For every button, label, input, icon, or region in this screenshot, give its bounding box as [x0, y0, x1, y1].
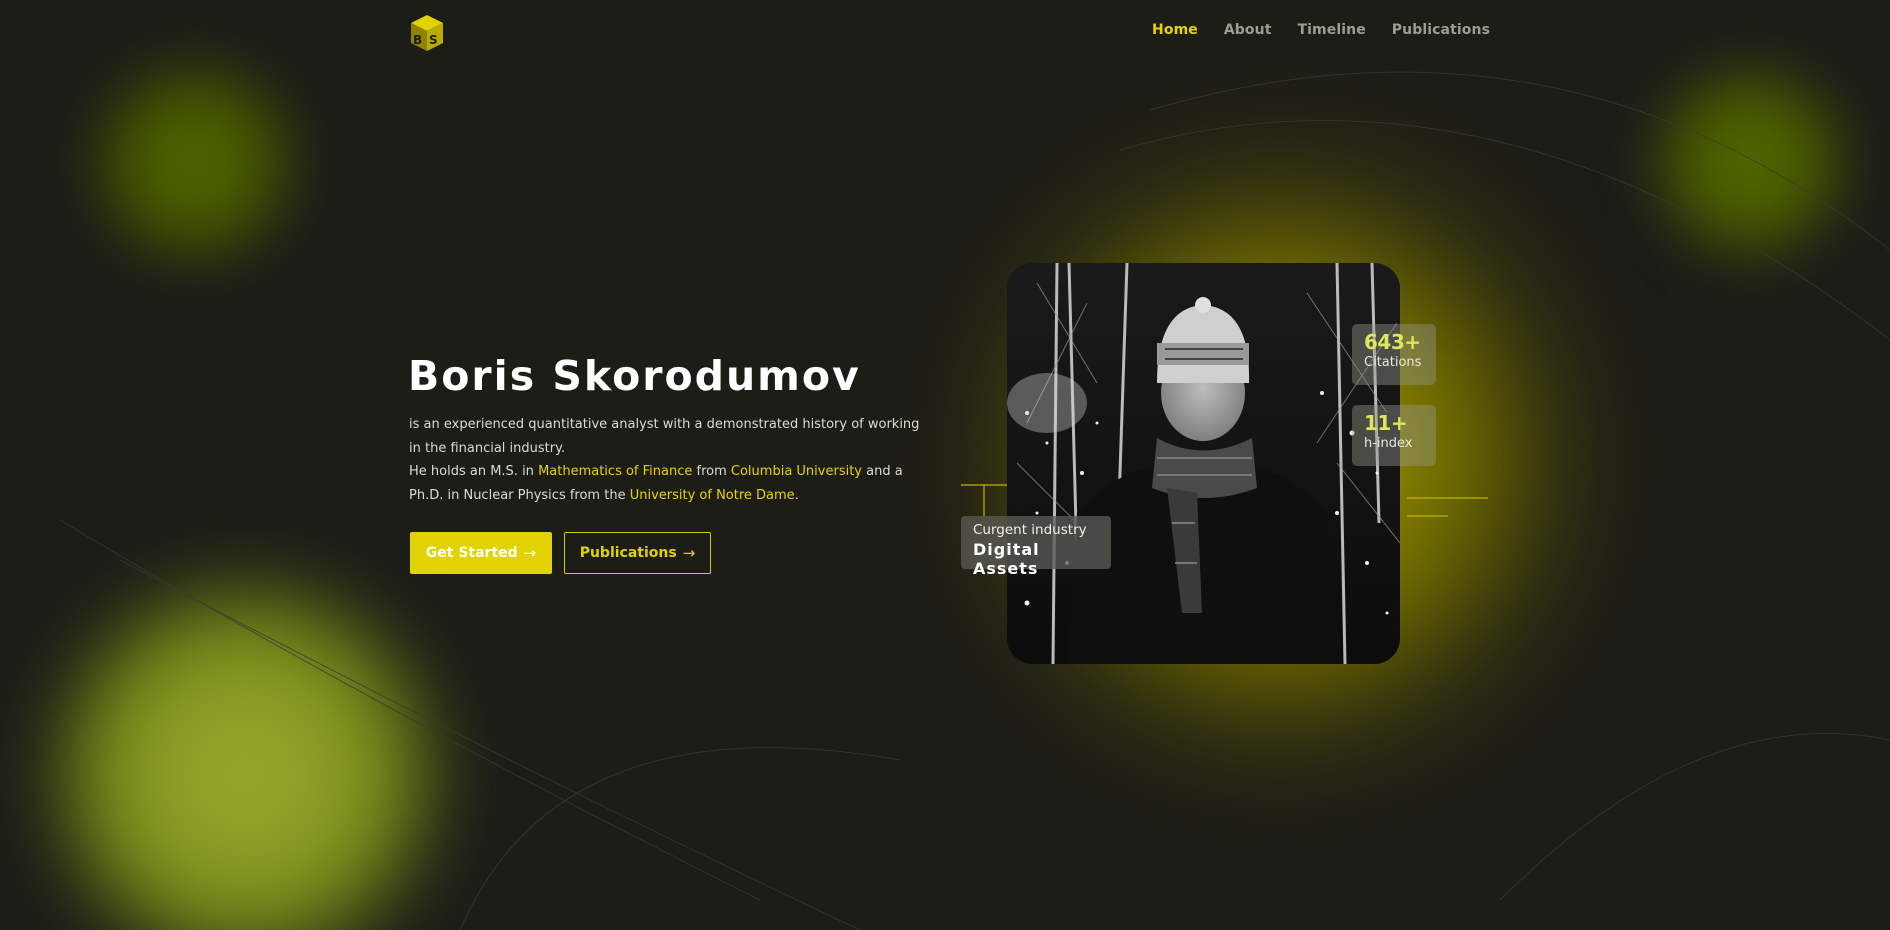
industry-value: Digital Assets: [973, 540, 1040, 578]
glow-blob-bottom-left: [55, 585, 435, 930]
link-university-of-notre-dame[interactable]: University of Notre Dame: [630, 488, 795, 503]
portrait-photo: [1007, 263, 1400, 664]
industry-caption: Curgent industry: [973, 522, 1087, 538]
h-index-suffix: +: [1390, 411, 1408, 435]
h-index-stat-card: 11+ h-index: [1352, 405, 1436, 466]
svg-text:B: B: [413, 33, 422, 47]
bio-line-1: is an experienced quantitative analyst w…: [409, 417, 920, 456]
hero-bio: is an experienced quantitative analyst w…: [409, 413, 929, 507]
bio-text: from: [692, 464, 731, 479]
publications-button[interactable]: Publications →: [564, 532, 711, 574]
arrow-right-icon: →: [523, 544, 537, 562]
citations-stat-card: 643+ Citations: [1352, 324, 1436, 385]
get-started-button[interactable]: Get Started →: [410, 532, 552, 574]
link-columbia-university[interactable]: Columbia University: [731, 464, 862, 479]
get-started-label: Get Started: [425, 545, 518, 561]
page: B S Home About Timeline Publications Bor…: [0, 0, 1890, 930]
h-index-value: 11+: [1364, 411, 1424, 435]
bio-text: .: [794, 487, 799, 503]
nav-publications[interactable]: Publications: [1392, 22, 1490, 38]
link-mathematics-of-finance[interactable]: Mathematics of Finance: [538, 464, 692, 479]
main-nav: Home About Timeline Publications: [1152, 22, 1490, 38]
nav-timeline[interactable]: Timeline: [1298, 22, 1366, 38]
nav-home[interactable]: Home: [1152, 22, 1198, 38]
citations-number: 643: [1364, 330, 1405, 354]
glow-blob-top-right: [1655, 70, 1845, 255]
nav-about[interactable]: About: [1224, 22, 1272, 38]
glow-blob-top-left: [95, 65, 295, 260]
publications-label: Publications: [579, 545, 677, 561]
citations-suffix: +: [1404, 330, 1421, 354]
citations-value: 643+: [1364, 330, 1424, 354]
bs-cube-logo-icon[interactable]: B S: [408, 13, 446, 53]
bio-text: He holds an M.S. in: [409, 464, 539, 479]
citations-label: Citations: [1364, 355, 1422, 370]
svg-text:S: S: [429, 33, 438, 47]
hero-name: Boris Skorodumov: [408, 352, 861, 400]
h-index-label: h-index: [1364, 436, 1413, 451]
arrow-right-icon: →: [682, 544, 696, 562]
current-industry-card: Curgent industry Digital Assets: [961, 516, 1111, 578]
h-index-number: 11: [1364, 411, 1391, 435]
